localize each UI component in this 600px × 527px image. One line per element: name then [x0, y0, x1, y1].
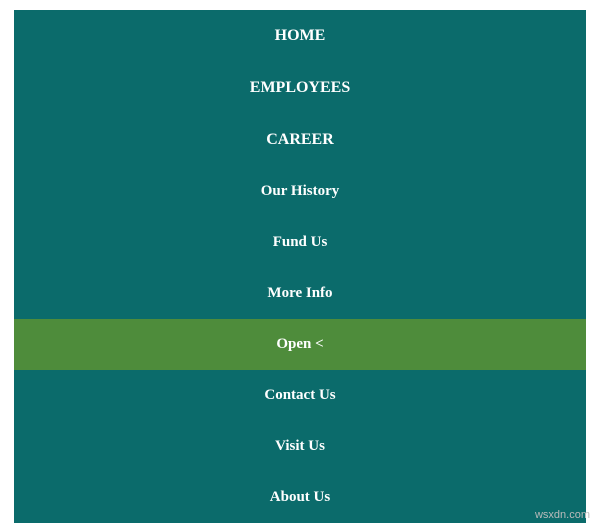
- nav-item-contact-us[interactable]: Contact Us: [14, 370, 586, 421]
- nav-item-our-history[interactable]: Our History: [14, 166, 586, 217]
- nav-item-career[interactable]: CAREER: [14, 114, 586, 166]
- nav-item-more-info[interactable]: More Info: [14, 268, 586, 319]
- vertical-nav: HOME EMPLOYEES CAREER Our History Fund U…: [14, 10, 586, 523]
- nav-item-about-us[interactable]: About Us: [14, 472, 586, 523]
- nav-item-open-dropdown[interactable]: Open <: [14, 319, 586, 370]
- nav-item-employees[interactable]: EMPLOYEES: [14, 62, 586, 114]
- nav-item-visit-us[interactable]: Visit Us: [14, 421, 586, 472]
- nav-item-home[interactable]: HOME: [14, 10, 586, 62]
- nav-item-fund-us[interactable]: Fund Us: [14, 217, 586, 268]
- watermark-text: wsxdn.com: [535, 509, 590, 521]
